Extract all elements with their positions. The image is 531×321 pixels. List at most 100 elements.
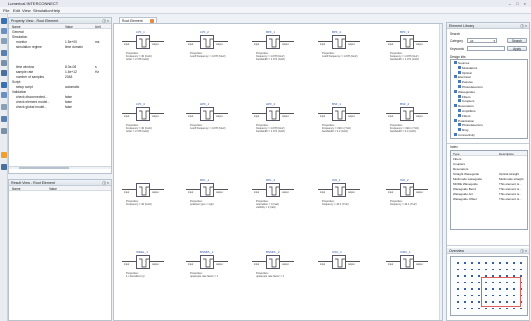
menu-help[interactable]: Help — [52, 8, 60, 13]
output-port[interactable]: output — [152, 43, 159, 46]
zoom-icon[interactable] — [1, 70, 7, 76]
output-port[interactable]: output — [348, 115, 355, 118]
index-row[interactable]: Multimode waveguide Multimode straight — [453, 177, 527, 181]
select-icon[interactable] — [1, 50, 7, 56]
input-port[interactable]: input — [320, 263, 325, 266]
index-row[interactable]: Waveguide Bend This element is... — [453, 187, 527, 191]
filter-node[interactable]: BPF_2 input output Properties: cutoff freque… — [318, 30, 378, 90]
filter-icon[interactable] — [332, 255, 346, 269]
property-value[interactable]: time domain — [65, 45, 83, 49]
filter-node[interactable]: CIRC_1 input output — [386, 250, 442, 310]
index-row[interactable]: Straight Waveguide Optical straight — [453, 172, 527, 176]
property-value[interactable]: 2048 — [65, 75, 72, 79]
input-port[interactable]: input — [388, 263, 393, 266]
output-port[interactable]: output — [152, 115, 159, 118]
stop-icon[interactable] — [1, 92, 7, 98]
index-row[interactable]: Resonators — [453, 167, 527, 171]
filter-node[interactable]: LPF_1 input output Properties: Frequency = 4… — [122, 30, 182, 90]
input-port[interactable]: input — [388, 43, 393, 46]
tree-item[interactable]: Amplifiers — [458, 109, 476, 113]
schematic-canvas[interactable]: LPF_1 input output Properties: Frequency = 4… — [113, 23, 443, 321]
filter-icon[interactable] — [200, 35, 214, 49]
tree-item[interactable]: Photodetectors — [458, 85, 483, 89]
tree-item[interactable]: Couplers — [458, 99, 474, 103]
close-icon[interactable]: ◫ × — [103, 19, 110, 23]
output-port[interactable]: output — [282, 191, 289, 194]
warning-icon[interactable] — [1, 152, 7, 158]
filter-node[interactable]: ISO_1 input output Properties: frequency = 4… — [318, 178, 378, 238]
output-port[interactable]: output — [348, 43, 355, 46]
category-select[interactable]: All ▾ — [467, 38, 497, 43]
filter-node[interactable]: BSF_2 input output Properties: Frequency = 1… — [386, 102, 442, 162]
filter-node[interactable]: OSC_1 input output — [318, 250, 378, 310]
input-port[interactable]: input — [124, 263, 129, 266]
property-value[interactable]: false — [65, 100, 72, 104]
filter-icon[interactable] — [266, 183, 280, 197]
property-value[interactable]: 1.6e+12 — [65, 70, 77, 74]
pan-icon[interactable] — [1, 60, 7, 66]
filter-icon[interactable] — [266, 107, 280, 121]
filter-icon[interactable] — [332, 107, 346, 121]
menu-simulation[interactable]: Simulation — [33, 8, 52, 13]
filter-node[interactable]: ISO_2 input output Properties: frequency = 4… — [386, 178, 442, 238]
property-value[interactable]: false — [65, 105, 72, 109]
index-row[interactable]: MODE Waveguide This element is... — [453, 182, 527, 186]
filter-node[interactable]: BSMPL_2 input output Properties: upsample ra… — [252, 250, 312, 310]
tree-item[interactable]: Waveguides — [454, 89, 475, 94]
filter-node[interactable]: BPF_3 input output Properties: frequency = 1… — [386, 30, 442, 90]
input-port[interactable]: input — [188, 115, 193, 118]
filter-node[interactable]: input output Properties: Frequency = 40 (GH… — [122, 178, 182, 238]
window-controls[interactable]: – □ × — [509, 1, 528, 6]
overview-viewport[interactable] — [481, 277, 521, 307]
menu-file[interactable]: File — [3, 8, 9, 13]
output-port[interactable]: output — [416, 191, 423, 194]
tree-item[interactable]: Modulators — [458, 65, 477, 70]
filter-icon[interactable] — [200, 107, 214, 121]
filter-icon[interactable] — [400, 183, 414, 197]
tree-item[interactable]: Electrical — [454, 75, 471, 79]
index-row[interactable]: Waveguide Offset This element is... — [453, 197, 527, 201]
horizontal-scrollbar[interactable] — [9, 166, 111, 169]
output-port[interactable]: output — [416, 43, 423, 46]
tree-item[interactable]: Sources — [454, 61, 469, 65]
input-port[interactable]: input — [124, 191, 129, 194]
layout-icon[interactable] — [1, 104, 7, 110]
filter-node[interactable]: RPL_2 input output Properties: orientation =… — [252, 178, 312, 238]
tree-item[interactable]: Filters — [458, 113, 470, 118]
filter-node[interactable]: HPF_2 input output Properties: frequency = 1… — [252, 102, 312, 162]
output-port[interactable]: output — [348, 191, 355, 194]
index-row[interactable]: Waveguide Arc This element is... — [453, 192, 527, 196]
input-port[interactable]: input — [254, 263, 259, 266]
keyword-input[interactable] — [467, 46, 505, 51]
script-icon[interactable] — [1, 128, 7, 134]
filter-icon[interactable] — [200, 183, 214, 197]
input-port[interactable]: input — [254, 115, 259, 118]
output-port[interactable]: output — [282, 43, 289, 46]
filter-icon[interactable] — [136, 107, 150, 121]
input-port[interactable]: input — [188, 263, 193, 266]
input-port[interactable]: input — [124, 43, 129, 46]
output-port[interactable]: output — [216, 263, 223, 266]
search-button[interactable]: Search — [507, 38, 527, 43]
output-port[interactable]: output — [282, 115, 289, 118]
grid-icon[interactable] — [1, 116, 7, 122]
output-port[interactable]: output — [216, 115, 223, 118]
output-port[interactable]: output — [152, 191, 159, 194]
tree-item[interactable]: Passive — [458, 80, 473, 84]
filter-node[interactable]: ISDEL_1 input output Properties: k = Excelle… — [122, 250, 182, 310]
filter-node[interactable]: LPF_2 input output Properties: cutoff freque… — [186, 30, 246, 90]
filter-icon[interactable] — [332, 35, 346, 49]
index-row[interactable]: Couplers — [453, 162, 527, 166]
property-value[interactable]: 1.5e+00 — [65, 40, 77, 44]
filter-icon[interactable] — [200, 255, 214, 269]
tree-item[interactable]: Polarization — [454, 118, 474, 123]
close-icon[interactable]: ◫ × — [103, 181, 110, 185]
output-port[interactable]: output — [152, 263, 159, 266]
output-port[interactable]: output — [216, 43, 223, 46]
filter-icon[interactable] — [400, 107, 414, 121]
menu-view[interactable]: View — [22, 8, 31, 13]
tree-item[interactable]: Resonators — [454, 104, 474, 108]
output-port[interactable]: output — [282, 263, 289, 266]
filter-icon[interactable] — [136, 35, 150, 49]
save-icon[interactable] — [1, 38, 7, 44]
